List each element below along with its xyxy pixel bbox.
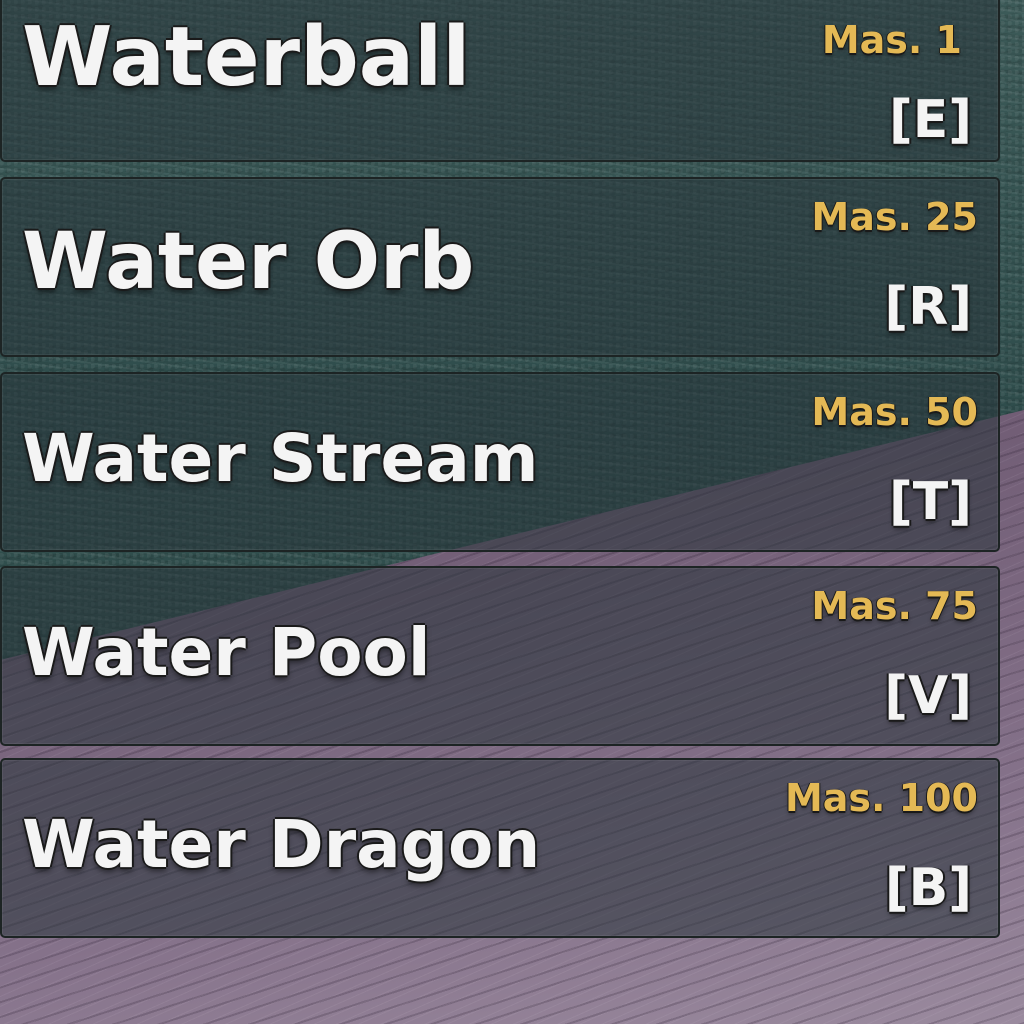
keybind-label: [V] xyxy=(884,666,972,726)
keybind-label: [E] xyxy=(888,90,972,150)
move-name: Water Orb xyxy=(22,217,475,307)
move-slot-water-orb[interactable]: Water Orb Mas. 25 [R] xyxy=(0,177,1000,357)
move-name: Water Dragon xyxy=(22,806,541,883)
keybind-label: [B] xyxy=(884,858,972,918)
move-name: Waterball xyxy=(22,10,471,105)
move-slot-water-stream[interactable]: Water Stream Mas. 50 [T] xyxy=(0,372,1000,552)
move-slot-water-pool[interactable]: Water Pool Mas. 75 [V] xyxy=(0,566,1000,746)
mastery-requirement: Mas. 100 xyxy=(784,776,978,820)
mastery-requirement: Mas. 50 xyxy=(811,390,978,434)
move-name: Water Pool xyxy=(22,614,431,691)
move-slot-waterball[interactable]: Waterball Mas. 1 [E] xyxy=(0,0,1000,162)
keybind-label: [T] xyxy=(888,472,972,532)
move-name: Water Stream xyxy=(22,420,539,497)
mastery-requirement: Mas. 25 xyxy=(811,195,978,239)
move-slot-water-dragon[interactable]: Water Dragon Mas. 100 [B] xyxy=(0,758,1000,938)
mastery-requirement: Mas. 75 xyxy=(811,584,978,628)
mastery-requirement: Mas. 1 xyxy=(821,18,962,62)
keybind-label: [R] xyxy=(884,277,972,337)
